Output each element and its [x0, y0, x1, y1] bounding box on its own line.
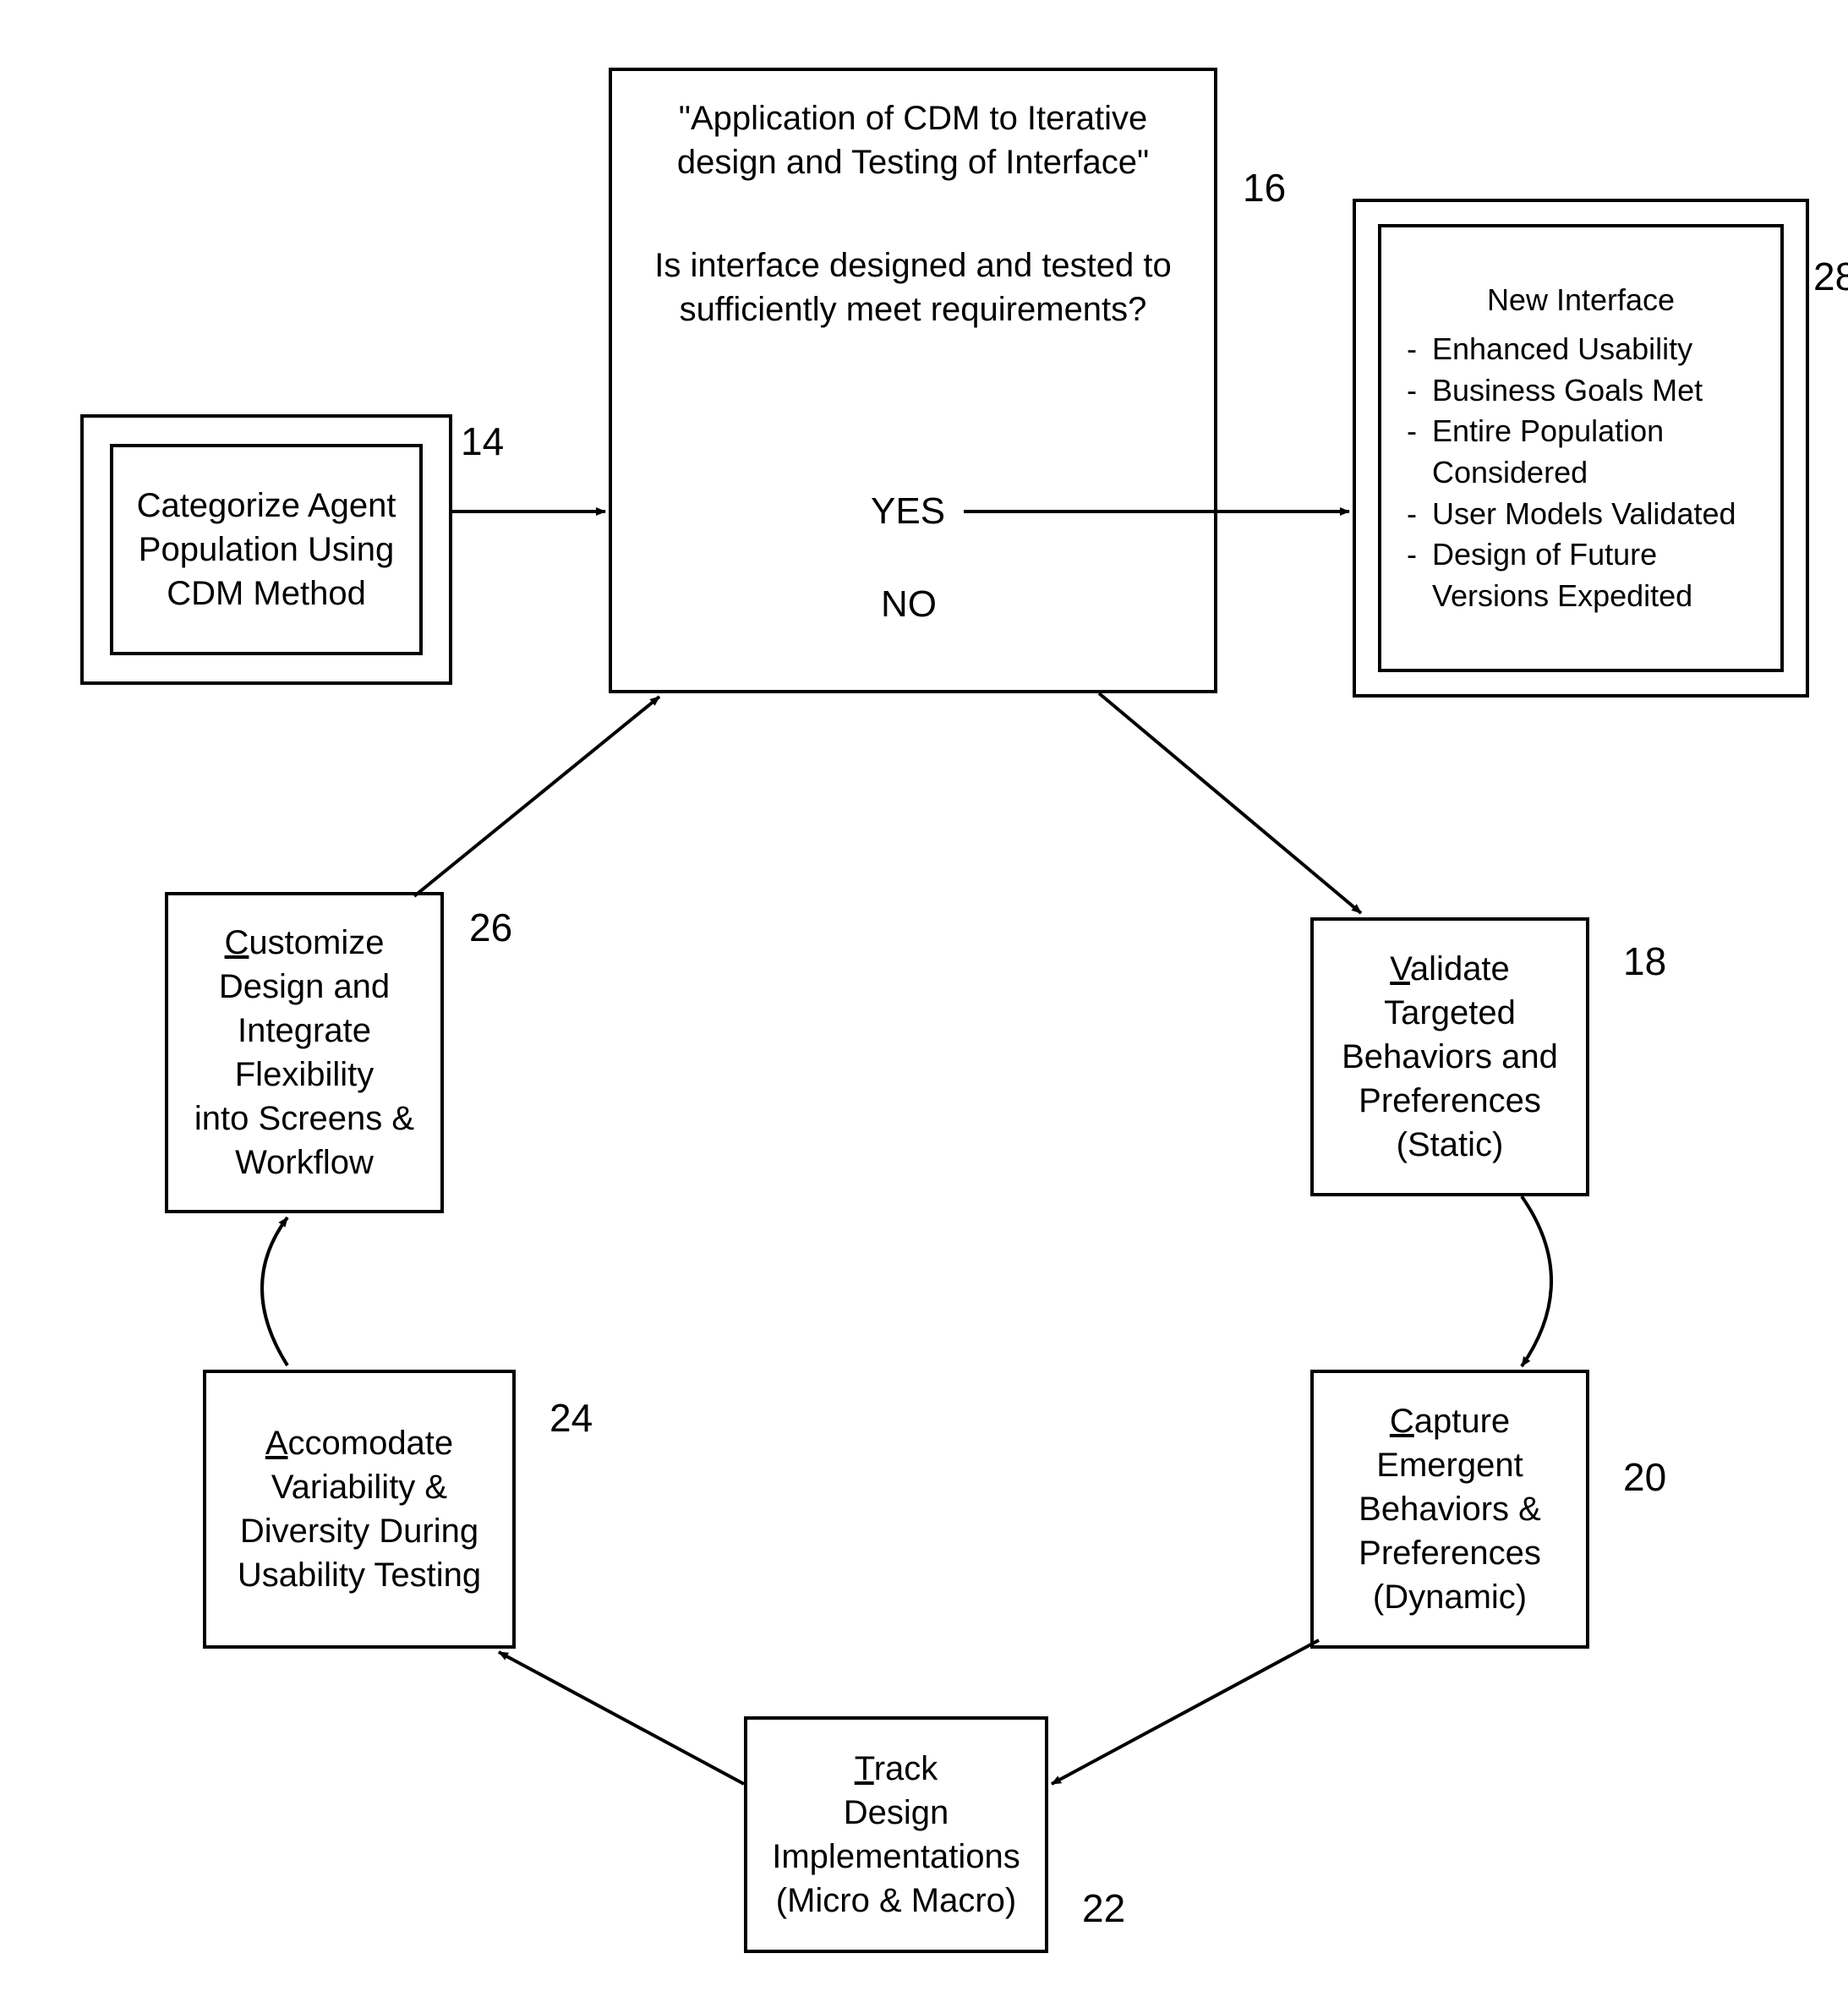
node-22-l2: Design: [844, 1791, 949, 1835]
ref-22: 22: [1082, 1885, 1125, 1931]
node-24: Accomodate Variability & Diversity Durin…: [203, 1370, 516, 1649]
arrow-18-20: [1522, 1196, 1551, 1366]
node-28-b3: -Entire Population Considered: [1407, 411, 1755, 493]
diagram-canvas: Categorize Agent Population Using CDM Me…: [0, 0, 1848, 1997]
node-16-q1: Is interface designed and tested to: [654, 243, 1172, 287]
node-14-content: Categorize Agent Population Using CDM Me…: [113, 447, 419, 652]
node-18-l5: (Static): [1397, 1123, 1504, 1167]
node-18-l3: Behaviors and: [1342, 1035, 1558, 1079]
node-24-l3: Diversity During: [240, 1509, 478, 1553]
node-18-l2: Targeted: [1384, 991, 1516, 1035]
node-20-l1: Capture: [1390, 1399, 1510, 1443]
node-26-l4: Flexibility: [235, 1053, 374, 1097]
node-28-b4: -User Models Validated: [1407, 494, 1736, 535]
node-28-b5: -Design of Future Versions Expedited: [1407, 534, 1755, 616]
node-22: Track Design Implementations (Micro & Ma…: [744, 1716, 1048, 1953]
arrow-24-26: [262, 1217, 287, 1365]
ref-24: 24: [549, 1395, 593, 1441]
node-24-l2: Variability &: [271, 1465, 447, 1509]
node-28-content: New Interface -Enhanced Usability -Busin…: [1381, 227, 1780, 669]
node-14-inner: Categorize Agent Population Using CDM Me…: [110, 444, 423, 655]
node-20-l3: Behaviors &: [1359, 1487, 1541, 1531]
arrow-20-22: [1052, 1640, 1319, 1784]
node-18-l4: Preferences: [1359, 1079, 1541, 1123]
arrow-22-24: [499, 1652, 744, 1784]
arrow-16-18: [1099, 693, 1361, 913]
node-18: Validate Targeted Behaviors and Preferen…: [1310, 917, 1589, 1196]
node-26-l3: Integrate: [238, 1009, 371, 1053]
node-20-l4: Preferences: [1359, 1531, 1541, 1575]
node-16-title2: design and Testing of Interface": [677, 140, 1149, 184]
node-14-line3: CDM Method: [167, 572, 366, 616]
node-28-b1: -Enhanced Usability: [1407, 329, 1692, 370]
node-20: Capture Emergent Behaviors & Preferences…: [1310, 1370, 1589, 1649]
node-26-l1: Customize: [225, 921, 385, 965]
node-14-line2: Population Using: [139, 528, 394, 572]
node-16-q2: sufficiently meet requirements?: [680, 287, 1147, 331]
ref-18: 18: [1623, 938, 1666, 984]
node-14-line1: Categorize Agent: [137, 484, 396, 528]
node-28-b2: -Business Goals Met: [1407, 370, 1703, 412]
node-16-yes: YES: [871, 490, 945, 533]
node-20-l5: (Dynamic): [1373, 1575, 1527, 1619]
node-16-title1: "Application of CDM to Iterative: [679, 96, 1147, 140]
node-26: Customize Design and Integrate Flexibili…: [165, 892, 444, 1213]
ref-14: 14: [461, 419, 504, 464]
node-18-l1: Validate: [1390, 947, 1510, 991]
node-22-l1: Track: [855, 1747, 938, 1791]
node-22-l4: (Micro & Macro): [776, 1879, 1016, 1923]
node-24-l4: Usability Testing: [238, 1553, 481, 1597]
ref-16: 16: [1243, 165, 1286, 211]
node-28-inner: New Interface -Enhanced Usability -Busin…: [1378, 224, 1784, 672]
node-26-l5: into Screens &: [194, 1097, 414, 1141]
ref-20: 20: [1623, 1454, 1666, 1500]
node-28-title: New Interface: [1487, 280, 1675, 321]
node-24-l1: Accomodate: [265, 1421, 453, 1465]
arrow-26-16: [414, 697, 659, 896]
node-22-l3: Implementations: [772, 1835, 1020, 1879]
node-26-l2: Design and: [219, 965, 390, 1009]
node-16-no: NO: [881, 583, 937, 626]
node-26-l6: Workflow: [235, 1141, 374, 1185]
ref-28: 28: [1813, 254, 1848, 299]
node-20-l2: Emergent: [1376, 1443, 1523, 1487]
ref-26: 26: [469, 905, 512, 950]
